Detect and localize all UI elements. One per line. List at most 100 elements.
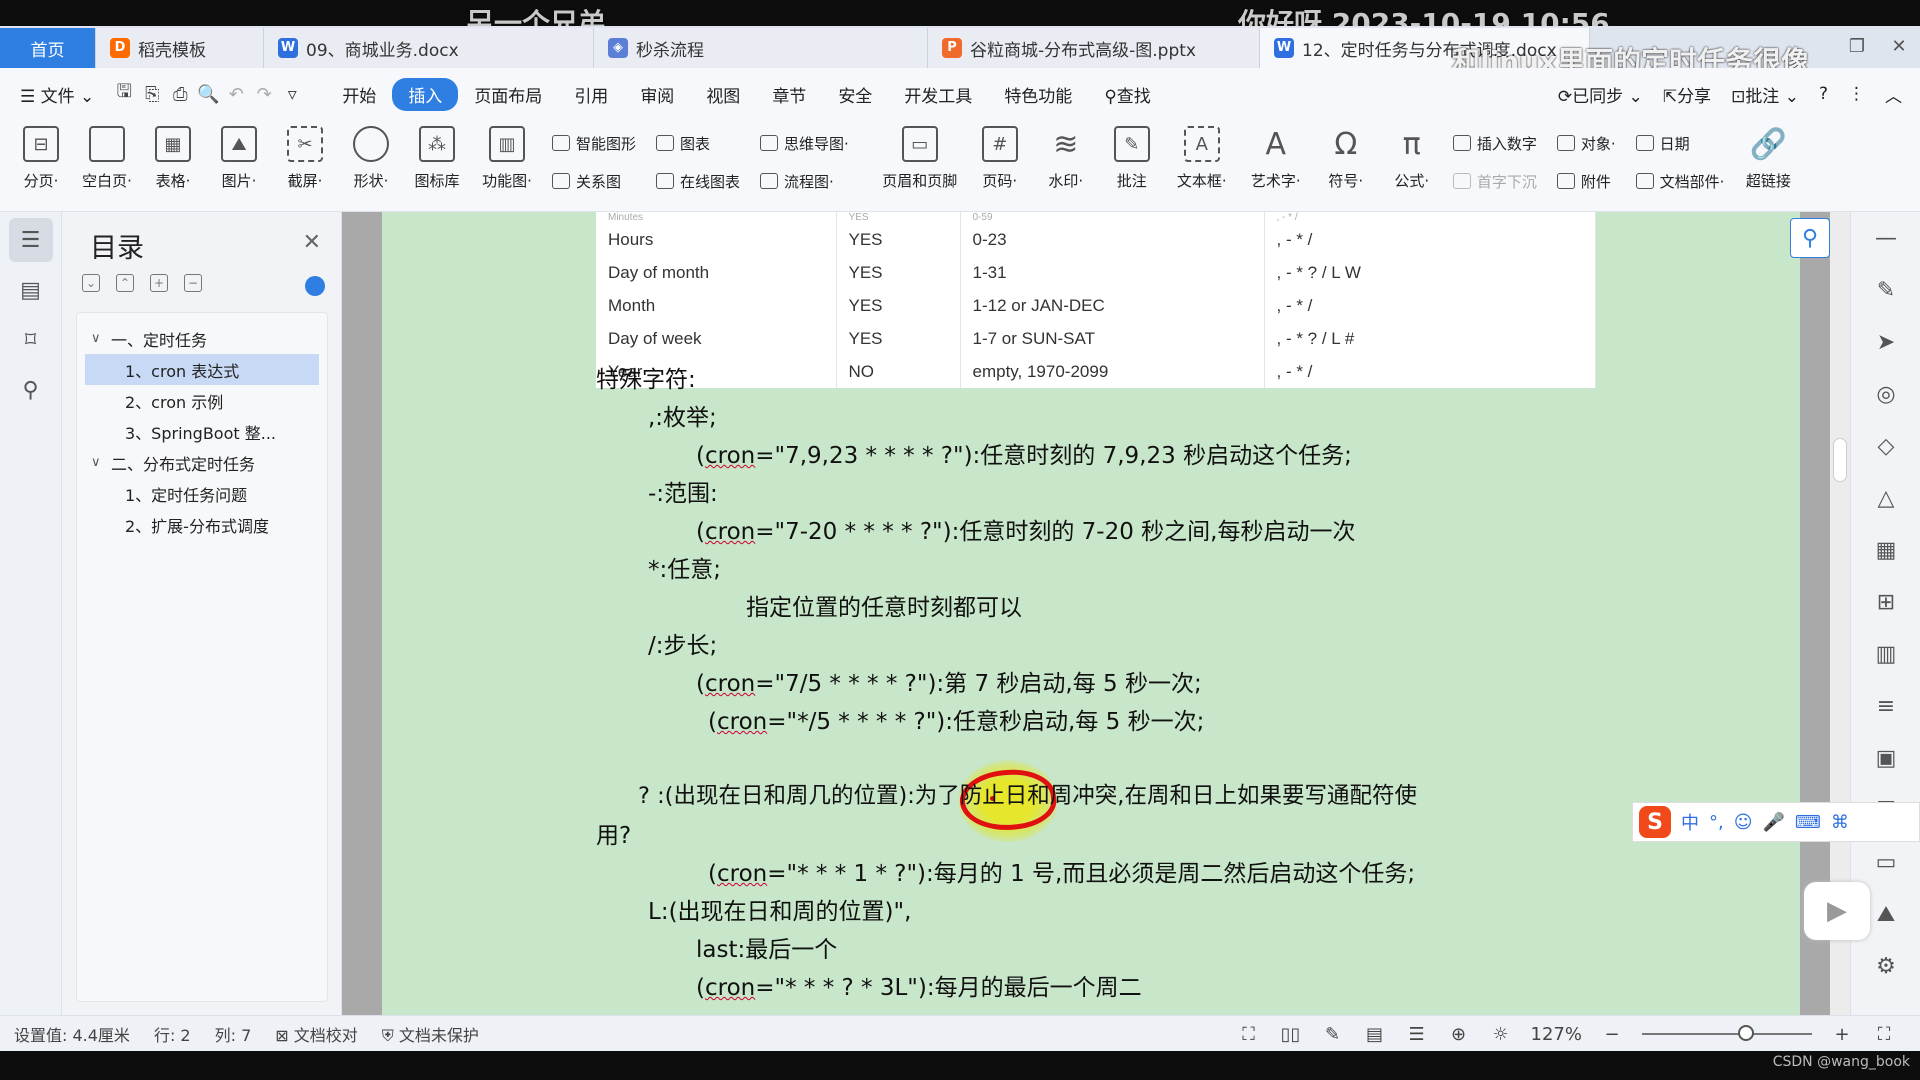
emoji-icon[interactable]: ☺ [1734, 812, 1753, 833]
smart-graphic-button[interactable]: 智能图形 [552, 133, 636, 154]
relation-chart-button[interactable]: 关系图 [552, 171, 636, 192]
settings-icon[interactable]: ⚙ [1851, 940, 1920, 992]
proofread-button[interactable]: ⊠ 文档校对 [275, 1022, 358, 1046]
minimize-panel-icon[interactable]: — [1851, 212, 1920, 264]
menu-insert[interactable]: 插入 [392, 77, 459, 111]
menu-home[interactable]: 开始 [326, 82, 392, 107]
print-preview-icon[interactable]: 🔍 [194, 84, 222, 105]
find-replace-icon[interactable]: ⚲ [9, 368, 53, 412]
attachment-button[interactable]: 附件 [1556, 171, 1616, 192]
toc-item[interactable]: ∨ 二、分布式定时任务 [77, 447, 327, 478]
sync-status[interactable]: ⟳已同步 ⌄ [1558, 82, 1643, 107]
insert-number-button[interactable]: 插入数字 [1452, 133, 1537, 154]
collapse-ribbon-icon[interactable]: ︿ [1885, 82, 1902, 107]
reading-mode-icon[interactable]: ▯▯ [1279, 1024, 1303, 1045]
archive-icon[interactable]: ▭ [1851, 836, 1920, 888]
zoom-out-icon[interactable]: − [1600, 1024, 1624, 1045]
menu-review[interactable]: 审阅 [624, 82, 690, 107]
close-icon[interactable]: ✕ [1878, 36, 1920, 57]
document-page[interactable]: Minutes YES 0-59 , - * / Hours YES 0-23 … [382, 212, 1800, 1015]
fit-page-icon[interactable]: ⛶ [1872, 1024, 1896, 1045]
ime-punct[interactable]: °, [1709, 812, 1724, 833]
drop-cap-button[interactable]: 首字下沉 [1452, 171, 1537, 192]
sogou-icon[interactable]: S [1639, 806, 1671, 838]
toc-item[interactable]: 3、SpringBoot 整... [77, 416, 327, 447]
print-icon[interactable]: ⎙ [166, 84, 194, 105]
toc-panel-icon[interactable]: ☰ [8, 218, 53, 262]
toc-item[interactable]: 2、cron 示例 [77, 385, 327, 416]
menu-developer[interactable]: 开发工具 [888, 82, 988, 107]
page-break-button[interactable]: ⊟ 分页· [10, 120, 72, 208]
table-button[interactable]: ▦ 表格· [142, 120, 204, 208]
add-heading-icon[interactable]: + [150, 274, 168, 292]
protect-button[interactable]: ⛨ 文档未保护 [382, 1022, 479, 1046]
redo-icon[interactable]: ↷ [250, 84, 278, 105]
page-number-button[interactable]: # 页码· [969, 120, 1031, 208]
zoom-in-icon[interactable]: + [1830, 1024, 1854, 1045]
symbol-button[interactable]: Ω 符号· [1315, 120, 1377, 208]
bar-chart-icon[interactable]: ▥ [1851, 628, 1920, 680]
fullscreen-icon[interactable]: ⛶ [1237, 1024, 1261, 1045]
format-painter-icon[interactable]: ⎘ [138, 84, 166, 105]
comment-menu-button[interactable]: ⊡批注 ⌄ [1731, 82, 1799, 107]
zoom-slider[interactable] [1642, 1025, 1812, 1041]
toc-settings-icon[interactable] [305, 276, 325, 296]
tab-docer[interactable]: D 稻壳模板 [96, 28, 264, 68]
triangle-icon[interactable]: △ [1851, 472, 1920, 524]
zoom-level[interactable]: 127% [1531, 1024, 1582, 1045]
menu-view[interactable]: 视图 [690, 82, 756, 107]
share-button[interactable]: ⇱分享 [1663, 82, 1711, 107]
undo-icon[interactable]: ↶ [222, 84, 250, 105]
location-icon[interactable]: ◎ [1851, 368, 1920, 420]
blank-page-button[interactable]: 空白页· [76, 120, 138, 208]
page-view-icon[interactable]: ▤ [1363, 1024, 1387, 1045]
more-icon[interactable]: ⋮ [1848, 84, 1865, 104]
function-chart-button[interactable]: ▥ 功能图· [472, 120, 542, 208]
toc-item[interactable]: ∨ 一、定时任务 [77, 323, 327, 354]
mindmap-button[interactable]: 思维导图· [760, 133, 849, 154]
comment-button[interactable]: ✎ 批注 [1101, 120, 1163, 208]
tab-ppt[interactable]: P 谷粒商城-分布式高级-图.pptx [928, 28, 1260, 68]
menu-page-layout[interactable]: 页面布局 [458, 82, 558, 107]
menu-chapter[interactable]: 章节 [756, 82, 822, 107]
restore-icon[interactable]: ❐ [1836, 36, 1878, 57]
file-menu[interactable]: ☰ 文件 ⌄ [0, 82, 110, 107]
select-cursor-icon[interactable]: ➤ [1851, 316, 1920, 368]
screenshot-button[interactable]: ✂ 截屏· [274, 120, 336, 208]
location-pin-icon[interactable]: ⚲ [1790, 218, 1830, 258]
header-footer-button[interactable]: ▭ 页眉和页脚 [875, 120, 965, 208]
outline-view-icon[interactable]: ☰ [1405, 1024, 1429, 1045]
ime-extra-icon[interactable]: ⌘ [1831, 812, 1849, 833]
tab-home[interactable]: 首页 [0, 28, 96, 68]
expand-all-icon[interactable]: ⌃ [116, 274, 134, 292]
tab-doc-09[interactable]: W 09、商城业务.docx [264, 28, 594, 68]
date-button[interactable]: 日期 [1635, 133, 1725, 154]
icon-library-button[interactable]: ⁂ 图标库 [406, 120, 468, 208]
chart-button[interactable]: 图表 [656, 133, 740, 154]
apps-icon[interactable]: ⊞ [1851, 576, 1920, 628]
grid-icon[interactable]: ▦ [1851, 524, 1920, 576]
close-icon[interactable]: ✕ [303, 230, 321, 255]
play-icon[interactable]: ▶ [1804, 882, 1870, 940]
zoom-slider-knob[interactable] [1738, 1025, 1754, 1041]
web-view-icon[interactable]: ⊕ [1447, 1024, 1471, 1045]
eye-care-icon[interactable]: ☼ [1489, 1024, 1513, 1045]
hyperlink-button[interactable]: 🔗 超链接 [1738, 120, 1798, 208]
shapes-icon[interactable]: ◇ [1851, 420, 1920, 472]
menu-references[interactable]: 引用 [558, 82, 624, 107]
microphone-icon[interactable]: 🎤 [1763, 812, 1785, 833]
online-chart-button[interactable]: 在线图表 [656, 171, 740, 192]
flowchart-button[interactable]: 流程图· [760, 171, 849, 192]
clipboard-icon[interactable]: ▣ [1851, 732, 1920, 784]
tab-seckill-flow[interactable]: ◈ 秒杀流程 [594, 28, 928, 68]
object-button[interactable]: 对象· [1556, 133, 1616, 154]
toc-item[interactable]: 2、扩展-分布式调度 [77, 509, 327, 540]
search-command[interactable]: ⚲查找 [1088, 82, 1166, 107]
sliders-icon[interactable]: ≡ [1851, 680, 1920, 732]
pen-icon[interactable]: ✎ [1851, 264, 1920, 316]
watermark-button[interactable]: ≋ 水印· [1035, 120, 1097, 208]
formula-button[interactable]: π 公式· [1381, 120, 1443, 208]
keyboard-icon[interactable]: ⌨ [1795, 812, 1821, 833]
collapse-all-icon[interactable]: ⌄ [82, 274, 100, 292]
bookmark-icon[interactable]: ⌑ [9, 318, 53, 362]
